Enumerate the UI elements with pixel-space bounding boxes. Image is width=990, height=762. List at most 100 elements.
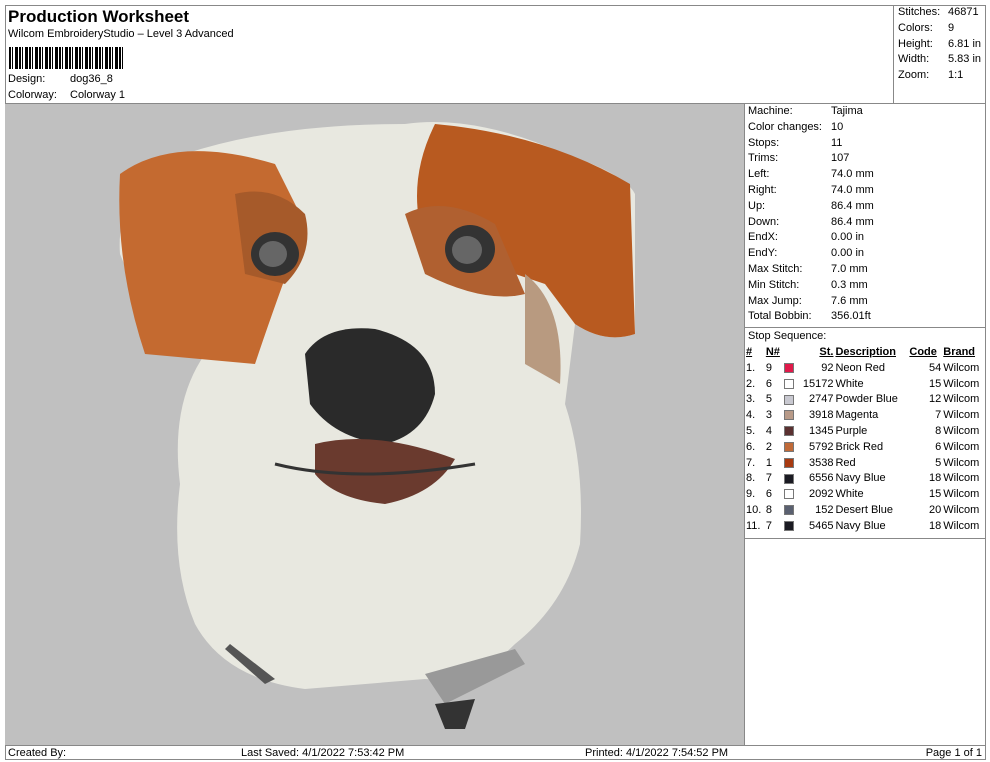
thread-code: 8 [935,425,942,438]
thread-code: 12 [929,393,942,406]
footer: Created By: Last Saved: 4/1/2022 7:53:42… [5,745,986,760]
table-row: 1. 9 92 Neon Red 54 Wilcom [745,360,986,376]
table-row: 8. 7 6556 Navy Blue 18 Wilcom [745,471,986,487]
info-value: 0.00 in [831,247,865,260]
design-row: Design: dog36_8 [8,73,113,85]
stop-sequence-label: Stop Sequence: [748,330,827,343]
color-swatch [783,360,797,376]
stat-value: 5.83 in [948,53,982,66]
swatch-icon [784,441,795,452]
thread-description: Red [835,456,856,469]
thread-brand: Wilcom [943,409,980,422]
info-row: EndY: 0.00 in [745,246,986,262]
color-swatch [783,423,797,439]
stat-label: Width: [898,53,930,66]
col-needle: N# [765,346,780,359]
table-row: 10. 8 152 Desert Blue 20 Wilcom [745,502,986,518]
stat-row: Width: 5.83 in [898,52,986,68]
stat-label: Colors: [898,21,933,34]
stitch-count: 3538 [809,456,834,469]
thread-brand: Wilcom [943,377,980,390]
thread-brand: Wilcom [943,456,980,469]
info-value: 86.4 mm [831,215,874,228]
info-row: Max Stitch: 7.0 mm [745,262,986,278]
info-value: 0.3 mm [831,278,868,291]
stitch-count: 152 [815,504,834,517]
info-label: Left: [748,168,770,181]
thread-brand: Wilcom [943,393,980,406]
thread-description: Desert Blue [835,504,893,517]
info-value: 107 [831,152,850,165]
stitch-count: 3918 [809,409,834,422]
thread-brand: Wilcom [943,488,980,501]
info-label: EndY: [748,247,778,260]
stat-row: Height: 6.81 in [898,37,986,53]
thread-description: White [835,488,864,501]
col-stitches: St. [819,346,834,359]
swatch-icon [784,426,795,437]
thread-code: 5 [935,456,942,469]
table-row: 3. 5 2747 Powder Blue 12 Wilcom [745,392,986,408]
thread-code: 18 [929,472,942,485]
info-value: Tajima [831,105,863,117]
thread-code: 18 [929,519,942,532]
stop-number: 3. [746,393,756,406]
needle-number: 5 [765,393,772,406]
stitch-count: 15172 [802,377,834,390]
info-label: EndX: [748,231,778,244]
table-row: 9. 6 2092 White 15 Wilcom [745,486,986,502]
needle-number: 8 [765,504,772,517]
color-swatch [783,518,797,534]
stat-label: Height: [898,37,933,50]
stitch-count: 92 [821,361,834,374]
needle-number: 9 [765,361,772,374]
col-brand: Brand [943,346,976,359]
col-num: # [746,346,753,359]
swatch-icon [784,489,795,500]
stop-number: 2. [746,377,756,390]
stat-row: Stitches: 46871 [898,5,986,21]
swatch-icon [784,394,795,405]
stat-label: Stitches: [898,6,941,18]
stitch-count: 1345 [809,425,834,438]
info-value: 86.4 mm [831,199,874,212]
thread-description: Brick Red [835,440,884,453]
info-label: Machine: [748,105,793,117]
thread-code: 15 [929,377,942,390]
page-title: Production Worksheet [8,7,190,26]
stop-number: 10. [746,504,762,517]
needle-number: 7 [765,519,772,532]
table-row: 2. 6 15172 White 15 Wilcom [745,376,986,392]
thread-code: 7 [935,409,942,422]
colorway-row: Colorway: Colorway 1 [8,89,125,101]
color-swatch [783,502,797,518]
details-panel: Machine: Tajima Color changes: 10 Stops: 11 Tr… [745,104,986,745]
colorway-value: Colorway 1 [70,89,126,101]
needle-number: 4 [765,425,772,438]
info-label: Max Jump: [748,294,802,307]
dog-embroidery-image [119,122,635,729]
info-row: Min Stitch: 0.3 mm [745,278,986,294]
stat-value: 46871 [948,6,979,18]
info-row: Machine: Tajima [745,104,986,120]
swatch-icon [784,362,795,373]
info-value: 356.01ft [831,310,871,323]
stop-number: 11. [746,519,761,532]
thread-brand: Wilcom [943,361,980,374]
thread-description: Navy Blue [835,519,886,532]
stop-sequence: Stop Sequence: # N# St. Description Code… [745,327,986,539]
info-value: 7.0 mm [831,262,868,275]
stat-value: 9 [948,21,955,34]
color-swatch [783,455,797,471]
stitch-count: 6556 [809,472,834,485]
stop-number: 4. [746,409,756,422]
stop-number: 8. [746,472,756,485]
color-swatch [783,471,797,487]
info-value: 74.0 mm [831,183,874,196]
info-row: Right: 74.0 mm [745,183,986,199]
thread-brand: Wilcom [943,440,980,453]
info-row: Total Bobbin: 356.01ft [745,309,986,325]
info-value: 11 [831,136,843,149]
table-row: 6. 2 5792 Brick Red 6 Wilcom [745,439,986,455]
info-row: Trims: 107 [745,151,986,167]
